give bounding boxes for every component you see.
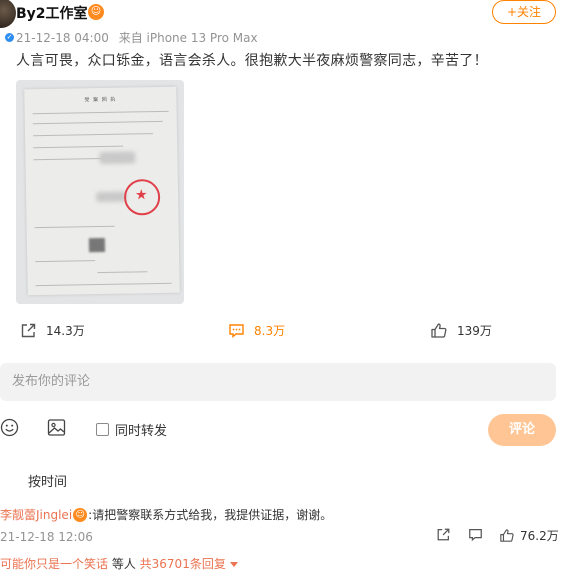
comment-input[interactable]: 发布你的评论 <box>0 363 556 401</box>
comment-share-action[interactable] <box>436 527 451 542</box>
comment-icon <box>469 529 482 542</box>
sort-by-time[interactable]: 按时间 <box>28 471 67 490</box>
follow-button[interactable]: +关注 <box>492 0 556 24</box>
redaction-blur <box>88 237 106 253</box>
repost-checkbox[interactable] <box>96 423 109 436</box>
police-stamp <box>123 178 161 216</box>
emoji-icon[interactable] <box>0 418 19 441</box>
repost-count: 14.3万 <box>46 324 85 338</box>
comment-like-count: 76.2万 <box>520 529 559 543</box>
document-title: 受 案 回 执 <box>84 96 117 104</box>
image-upload-icon[interactable] <box>47 418 66 441</box>
doc-line <box>33 145 124 149</box>
doc-line <box>33 157 104 161</box>
share-icon <box>21 323 36 338</box>
comment-count: 8.3万 <box>254 324 286 338</box>
post-time[interactable]: 21-12-18 04:00 <box>16 31 109 45</box>
redaction-blur <box>96 191 127 203</box>
comment-like-action[interactable]: 76.2万 <box>499 527 559 544</box>
repost-toggle[interactable]: 同时转发 <box>96 420 167 439</box>
post-username[interactable]: By2工作室 <box>16 3 88 23</box>
like-action[interactable]: 139万 <box>430 322 492 339</box>
reply-count[interactable]: 共36701条回复 <box>140 557 226 571</box>
reply-user-link[interactable]: 可能你只是一个笑话 <box>0 557 108 571</box>
thumbs-up-icon <box>431 323 447 338</box>
comment-username[interactable]: 李靓蕾Jinglei <box>0 506 72 523</box>
post-meta: 21-12-18 04:00 来自 iPhone 13 Pro Max <box>16 29 258 46</box>
thumbs-up-icon <box>500 529 514 542</box>
like-count: 139万 <box>457 324 492 338</box>
vip-face-icon: ☺ <box>88 4 104 20</box>
comment-icon <box>229 324 244 338</box>
document-paper: 受 案 回 执 <box>24 86 180 296</box>
comment-time: 21-12-18 12:06 <box>0 530 93 544</box>
redaction-blur <box>99 151 136 165</box>
avatar[interactable] <box>0 0 16 28</box>
doc-line <box>32 120 163 125</box>
post-source: 来自 iPhone 13 Pro Max <box>118 31 258 45</box>
doc-line <box>97 271 148 274</box>
comment-action[interactable]: 8.3万 <box>228 322 285 339</box>
post-actions: 14.3万 8.3万 139万 <box>0 318 563 346</box>
post-image[interactable]: 受 案 回 执 <box>16 80 184 304</box>
verified-badge-icon: ✓ <box>4 32 15 43</box>
more-replies-middle: 等人 <box>108 557 140 571</box>
vip-face-icon: ☺ <box>73 507 88 522</box>
chevron-down-icon <box>229 562 238 567</box>
doc-line <box>35 260 96 263</box>
doc-line <box>32 110 169 115</box>
post-text: 人言可畏，众口铄金，语言会杀人。很抱歉大半夜麻烦警察同志，辛苦了！ <box>16 53 488 69</box>
doc-line <box>33 133 154 137</box>
composer-tools: 同时转发 评论 <box>0 414 563 446</box>
repost-toggle-label: 同时转发 <box>115 424 168 439</box>
doc-line <box>34 225 115 229</box>
share-icon <box>437 528 450 541</box>
comment-reply-action[interactable] <box>468 527 483 542</box>
repost-action[interactable]: 14.3万 <box>20 322 85 339</box>
submit-comment-button[interactable]: 评论 <box>488 414 556 446</box>
comment-text: :请把警察联系方式给我，我提供证据，谢谢。 <box>88 508 333 522</box>
doc-line <box>35 282 172 287</box>
more-replies-link[interactable]: 可能你只是一个笑话 等人 共36701条回复 <box>0 555 238 572</box>
comment-item: 李靓蕾Jinglei ☺ :请把警察联系方式给我，我提供证据，谢谢。 <box>0 506 332 523</box>
